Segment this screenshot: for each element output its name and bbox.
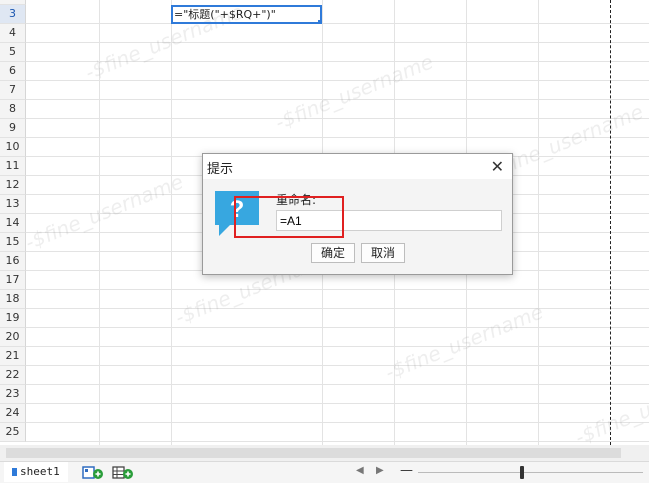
row-gridline — [26, 422, 649, 423]
row-header[interactable]: 11 — [0, 157, 26, 176]
cancel-button[interactable]: 取消 — [361, 243, 405, 263]
row-header[interactable]: 21 — [0, 347, 26, 366]
zoom-slider[interactable] — [418, 472, 643, 473]
ok-button[interactable]: 确定 — [311, 243, 355, 263]
question-icon: ? — [215, 191, 259, 236]
column-gridline — [538, 0, 539, 445]
row-header-partial — [0, 0, 26, 5]
row-gridline — [26, 403, 649, 404]
row-header[interactable]: 7 — [0, 81, 26, 100]
row-gridline — [26, 137, 649, 138]
sheet-tab-label: sheet1 — [20, 465, 60, 478]
row-header[interactable]: 13 — [0, 195, 26, 214]
row-gridline — [26, 441, 649, 442]
svg-text:?: ? — [230, 196, 245, 223]
row-header[interactable]: 23 — [0, 385, 26, 404]
rename-label: 重命名: — [276, 193, 317, 207]
watermark: -$fine_username — [21, 169, 187, 255]
dialog-titlebar: 提示 ✕ — [203, 154, 512, 179]
scroll-tabs-left-icon[interactable]: ◀ — [356, 465, 364, 476]
watermark: -$fine_username — [271, 49, 437, 135]
scroll-tabs-right-icon[interactable]: ▶ — [376, 465, 384, 476]
row-header[interactable]: 17 — [0, 271, 26, 290]
sheet-tab-bar: sheet1 ◀ ▶ — — [0, 461, 649, 483]
add-sheet-icon[interactable] — [112, 465, 134, 480]
row-header[interactable]: 8 — [0, 100, 26, 119]
column-gridline — [99, 0, 100, 445]
row-gridline — [26, 346, 649, 347]
row-header[interactable]: 10 — [0, 138, 26, 157]
row-gridline — [26, 327, 649, 328]
row-header[interactable]: 6 — [0, 62, 26, 81]
row-header[interactable]: 5 — [0, 43, 26, 62]
row-gridline — [26, 289, 649, 290]
row-gridline — [26, 80, 649, 81]
row-header[interactable]: 24 — [0, 404, 26, 423]
row-gridline — [26, 23, 649, 24]
zoom-slider-handle[interactable] — [520, 466, 524, 479]
sheet-tab[interactable]: sheet1 — [4, 462, 68, 482]
row-gridline — [26, 384, 649, 385]
row-header[interactable]: 14 — [0, 214, 26, 233]
row-header[interactable]: 4 — [0, 24, 26, 43]
row-header[interactable]: 16 — [0, 252, 26, 271]
row-header[interactable]: 3 — [0, 5, 26, 24]
scrollbar-thumb[interactable] — [6, 448, 621, 458]
row-header[interactable]: 19 — [0, 309, 26, 328]
zoom-out-button[interactable]: — — [400, 463, 413, 478]
cell-formula: ="标题("+$RQ+")" — [174, 8, 276, 21]
row-gridline — [26, 365, 649, 366]
fill-handle[interactable] — [318, 20, 320, 22]
page-break-line — [610, 0, 611, 445]
row-header[interactable]: 25 — [0, 423, 26, 442]
row-header[interactable]: 15 — [0, 233, 26, 252]
row-gridline — [26, 61, 649, 62]
column-gridline — [171, 0, 172, 445]
selected-cell[interactable]: ="标题("+$RQ+")" — [171, 5, 322, 24]
row-gridline — [26, 99, 649, 100]
close-icon[interactable]: ✕ — [491, 157, 504, 176]
row-header[interactable]: 18 — [0, 290, 26, 309]
rename-input[interactable] — [276, 210, 502, 231]
row-header[interactable]: 20 — [0, 328, 26, 347]
row-gridline — [26, 308, 649, 309]
sheet-flag-icon — [12, 468, 17, 476]
row-header[interactable]: 22 — [0, 366, 26, 385]
watermark: -$fine_username — [381, 299, 547, 385]
add-report-icon[interactable] — [82, 465, 104, 480]
horizontal-scrollbar[interactable] — [0, 445, 649, 461]
rename-dialog: 提示 ✕ ? 重命名: 确定 取消 — [202, 153, 513, 275]
row-header[interactable]: 9 — [0, 119, 26, 138]
row-header[interactable]: 12 — [0, 176, 26, 195]
row-gridline — [26, 118, 649, 119]
row-gridline — [26, 42, 649, 43]
dialog-title: 提示 — [207, 162, 234, 177]
